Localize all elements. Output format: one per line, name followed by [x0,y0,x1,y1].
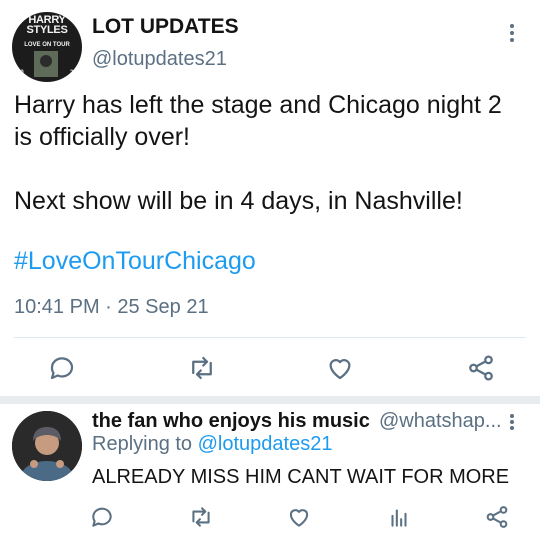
avatar-year-left: 20 [17,70,24,76]
avatar-tour-text: LOVE ON TOUR [24,42,70,48]
avatar-photo [12,411,82,481]
reply-retweet-button[interactable] [188,504,214,530]
tweet-text-line-2: Next show will be in 4 days, in Nashvill… [14,187,463,215]
divider [14,337,526,338]
retweet-icon [192,356,212,380]
share-icon [486,506,508,528]
hashtag-link[interactable]: #LoveOnTourChicago [14,247,256,276]
avatar[interactable]: HARRY STYLES LOVE ON TOUR 20 21 [12,12,82,82]
avatar-photo [34,51,58,77]
reply-analytics-button[interactable] [386,504,412,530]
retweet-button[interactable] [187,353,217,383]
bar-chart-icon [391,509,407,527]
reply-more-options-icon[interactable] [504,412,520,432]
reply-display-name[interactable]: the fan who enjoys his music [92,410,370,433]
replying-to-mention[interactable]: @lotupdates21 [198,433,333,455]
tweet-body: Harry has left the stage and Chicago nig… [14,89,524,217]
heart-icon [289,509,309,527]
reply-body: ALREADY MISS HIM CANT WAIT FOR MORE [92,466,510,488]
reply-reply-button[interactable] [89,504,115,530]
heart-icon [329,359,351,380]
reply-avatar[interactable] [12,411,82,481]
replying-to-label: Replying to [92,433,193,455]
reply-user-handle[interactable]: @whatshap... [379,410,502,433]
reply-button[interactable] [47,353,77,383]
timestamp[interactable]: 10:41 PM · 25 Sep 21 [14,296,209,319]
speech-bubble-icon [50,357,74,380]
tweet-text-line-1: Harry has left the stage and Chicago nig… [14,91,502,151]
more-options-icon[interactable] [504,22,520,44]
replying-to: Replying to @lotupdates21 [92,433,332,456]
display-name[interactable]: LOT UPDATES [92,15,239,39]
avatar-year-right: 21 [70,70,77,76]
reply-share-button[interactable] [484,504,510,530]
speech-bubble-icon [92,507,112,527]
avatar-logo-text: HARRY STYLES [26,14,68,36]
share-icon [469,355,493,381]
share-button[interactable] [466,353,496,383]
section-separator [0,396,540,404]
retweet-icon [192,507,210,527]
like-button[interactable] [325,353,355,383]
user-handle[interactable]: @lotupdates21 [92,48,227,71]
reply-like-button[interactable] [286,504,312,530]
